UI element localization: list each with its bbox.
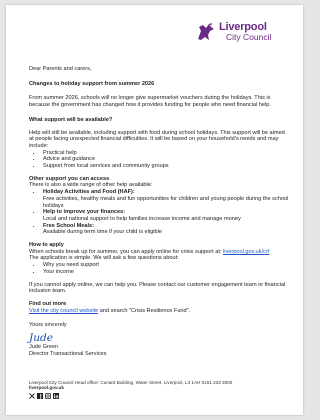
signer-name: Jude Green <box>29 344 59 351</box>
apply-text-2: The application is simple. We will ask a… <box>29 255 179 262</box>
list-item: Practical help <box>42 150 289 157</box>
letter-body: Dear Parents and carers, Changes to holi… <box>29 66 289 358</box>
intro-paragraph: From summer 2026, schools will no longer… <box>29 95 271 109</box>
list-item: Support from local services and communit… <box>42 163 289 170</box>
apply-list: Why you need support Your income <box>29 262 289 275</box>
other-list: Holiday Activities and Food (HAF): Free … <box>29 189 289 236</box>
list-item: Holiday Activities and Food (HAF): Free … <box>42 189 289 209</box>
apply-text: When schools break up for summer, you ca… <box>29 249 289 256</box>
find-out-heading: Find out more <box>29 300 67 307</box>
signature: Jude <box>29 332 53 345</box>
logo-subtitle: City Council <box>226 32 272 42</box>
salutation: Dear Parents and carers, <box>29 66 92 72</box>
liver-bird-icon <box>198 23 214 40</box>
apply-text-before: When schools break up for summer, you ca… <box>29 248 224 255</box>
social-icons <box>29 393 293 399</box>
support-desc: Available during term time if your child… <box>43 229 162 236</box>
available-text: Help will still be available, including … <box>29 129 285 149</box>
find-out-text-after: and search "Crisis Resilience Fund". <box>98 307 191 314</box>
support-desc: Free activities, healthy meals and fun o… <box>43 195 289 209</box>
linkedin-icon[interactable] <box>53 393 59 399</box>
support-desc: Local and national support to help famil… <box>43 215 241 222</box>
support-title: Help to improve your finances: <box>43 209 126 216</box>
list-item: Your income <box>42 269 289 276</box>
facebook-icon[interactable] <box>37 393 43 399</box>
offline-text: If you cannot apply online, we can help … <box>29 281 286 295</box>
x-icon[interactable] <box>29 393 35 399</box>
letter-footer: Liverpool City Council Head office: Cuna… <box>29 380 293 399</box>
footer-website: liverpool.gov.uk <box>29 385 64 391</box>
find-out-text: Visit the city council website and searc… <box>29 308 289 315</box>
council-logo: Liverpool City Council <box>195 21 291 43</box>
support-title: Free School Meals: <box>43 222 94 229</box>
other-heading: Other support you can access <box>29 175 110 182</box>
other-text: There is also a wide range of other help… <box>29 182 153 189</box>
available-heading: What support will be available? <box>29 116 113 123</box>
letter-page: Liverpool City Council Dear Parents and … <box>6 5 303 415</box>
signoff: Yours sincerely <box>29 322 67 329</box>
instagram-icon[interactable] <box>45 393 51 399</box>
council-website-link[interactable]: Visit the city council website <box>29 308 98 314</box>
list-item: Advice and guidance <box>42 156 289 163</box>
letter-title: Changes to holiday support from summer 2… <box>29 80 155 87</box>
crf-link[interactable]: liverpool.gov.uk/crf <box>223 249 269 255</box>
list-item: Why you need support <box>42 262 289 269</box>
available-list: Practical help Advice and guidance Suppo… <box>29 150 289 170</box>
apply-heading: How to apply <box>29 242 64 249</box>
list-item: Help to improve your finances: Local and… <box>42 209 289 222</box>
signer-role: Director Transactional Services <box>29 350 107 357</box>
support-title: Holiday Activities and Food (HAF): <box>43 189 135 196</box>
list-item: Free School Meals: Available during term… <box>42 223 289 236</box>
